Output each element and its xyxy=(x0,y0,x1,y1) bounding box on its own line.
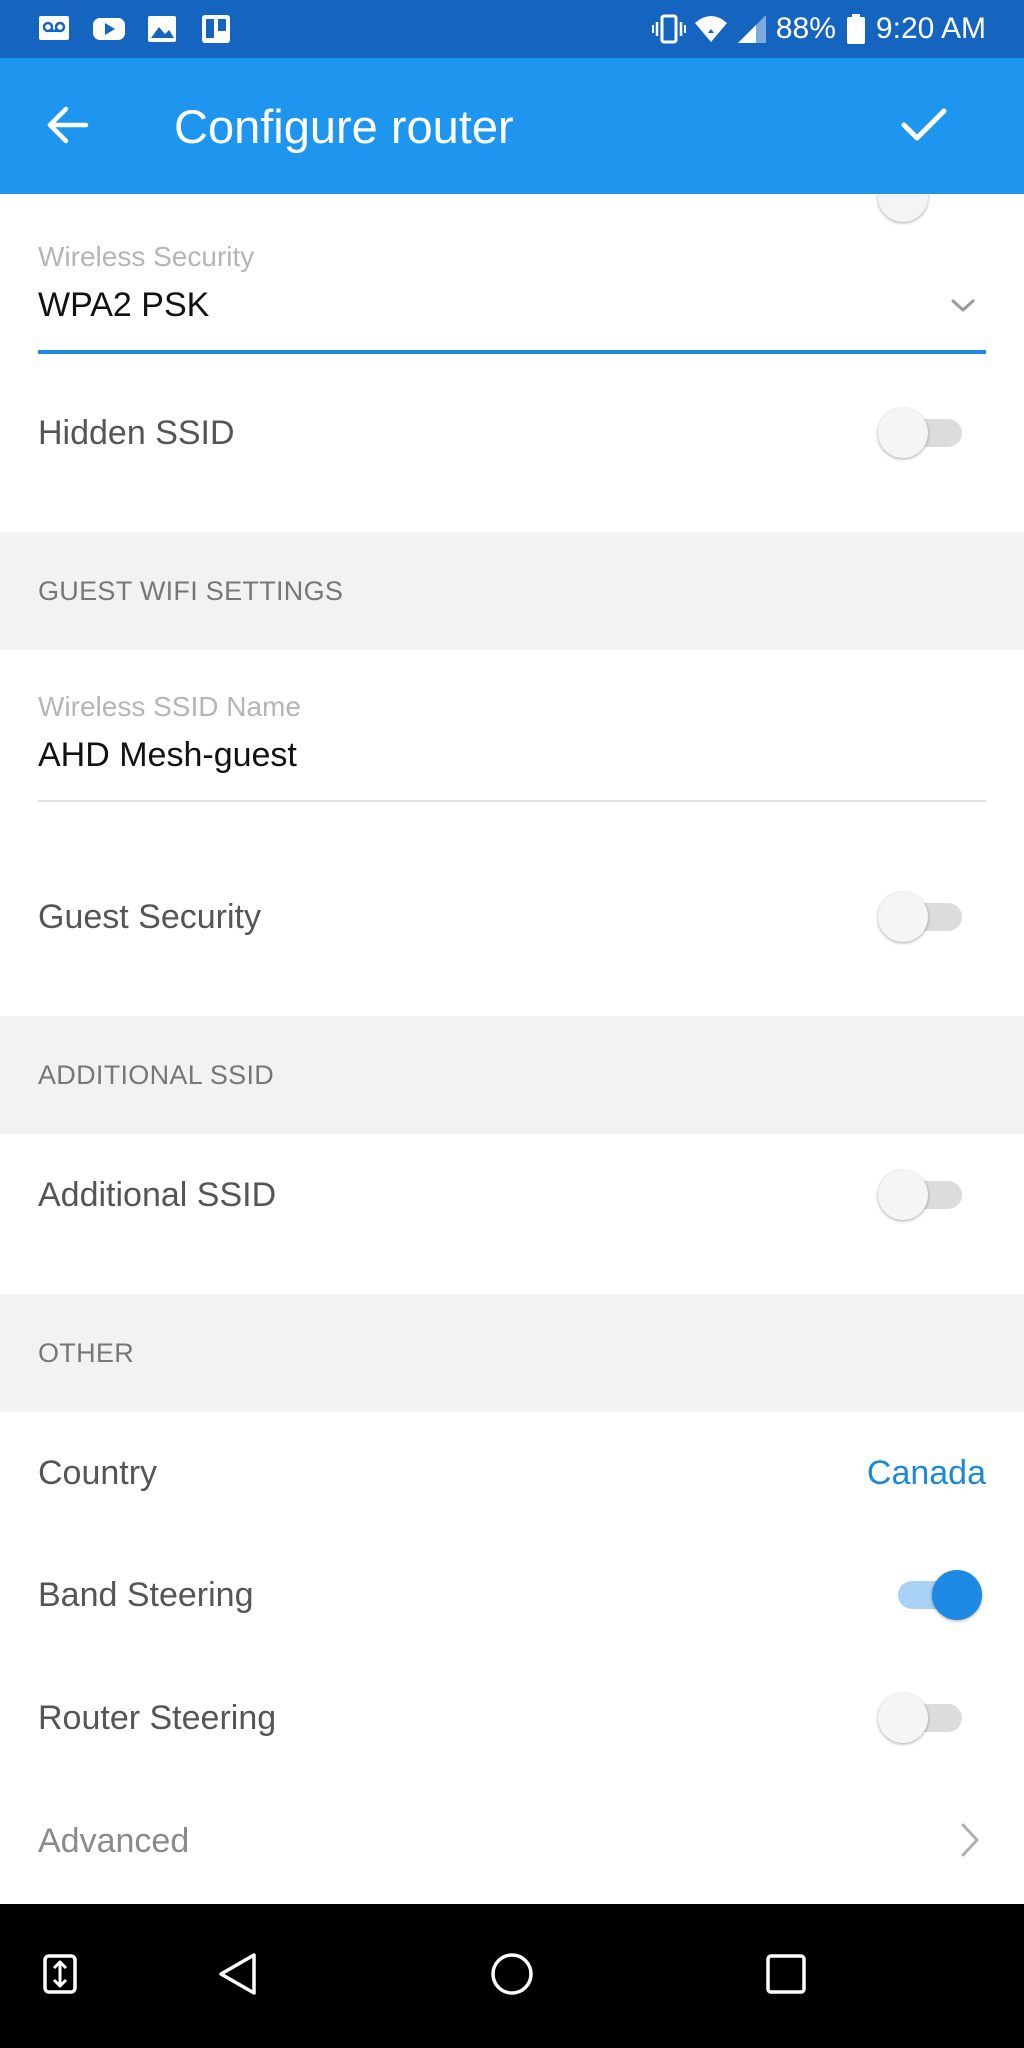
nav-recents-button[interactable] xyxy=(752,1942,820,2010)
page-title: Configure router xyxy=(174,100,514,153)
router-steering-label: Router Steering xyxy=(38,1699,277,1737)
toggle-knob xyxy=(878,892,928,942)
toggle-knob xyxy=(932,1570,982,1620)
wireless-security-label: Wireless Security xyxy=(38,241,255,272)
trello-icon xyxy=(200,13,232,45)
save-button[interactable] xyxy=(884,92,964,162)
check-icon xyxy=(901,107,947,148)
nav-back-button[interactable] xyxy=(204,1942,272,2010)
system-nav-bar xyxy=(0,1904,1024,2048)
router-steering-toggle[interactable] xyxy=(878,1692,962,1744)
back-triangle-icon xyxy=(216,1951,260,2002)
toggle-knob xyxy=(878,408,928,458)
section-header-guest-wifi: GUEST WIFI SETTINGS xyxy=(0,532,1024,650)
section-header-additional-ssid: ADDITIONAL SSID xyxy=(0,1016,1024,1134)
arrow-left-icon xyxy=(46,105,90,150)
status-bar-right: 88% 9:20 AM xyxy=(651,10,986,48)
country-select[interactable]: Canada xyxy=(867,1452,986,1494)
nav-home-button[interactable] xyxy=(478,1942,546,2010)
wireless-security-underline xyxy=(38,350,986,354)
battery-icon xyxy=(846,13,866,45)
hidden-ssid-toggle[interactable] xyxy=(878,407,962,459)
wireless-security-select[interactable]: WPA2 PSK xyxy=(38,284,209,326)
ssid-name-underline xyxy=(38,800,986,802)
status-bar: 88% 9:20 AM xyxy=(0,0,1024,58)
section-header-other: OTHER xyxy=(0,1294,1024,1412)
gallery-icon xyxy=(146,13,178,45)
guest-security-toggle[interactable] xyxy=(878,891,962,943)
country-label: Country xyxy=(38,1454,158,1492)
guest-security-label: Guest Security xyxy=(38,898,261,936)
additional-ssid-toggle[interactable] xyxy=(878,1169,962,1221)
section-title: ADDITIONAL SSID xyxy=(38,1060,275,1090)
chevron-down-icon[interactable] xyxy=(950,298,976,319)
youtube-icon xyxy=(92,13,125,45)
wifi-icon xyxy=(694,13,727,45)
signal-icon xyxy=(736,13,768,45)
recents-square-icon xyxy=(764,1952,808,2001)
app-bar: Configure router xyxy=(0,58,1024,194)
status-bar-left xyxy=(38,12,232,46)
toggle-knob xyxy=(878,1693,928,1743)
clock: 9:20 AM xyxy=(875,12,986,45)
section-title: OTHER xyxy=(38,1338,134,1368)
advanced-label: Advanced xyxy=(38,1822,190,1860)
previous-toggle-knob[interactable] xyxy=(878,194,928,222)
swap-icon xyxy=(42,1953,78,2000)
vibrate-icon xyxy=(651,13,686,45)
back-button[interactable] xyxy=(28,92,108,162)
hidden-ssid-label: Hidden SSID xyxy=(38,414,235,452)
swap-button[interactable] xyxy=(26,1942,94,2010)
section-title: GUEST WIFI SETTINGS xyxy=(38,576,344,606)
voicemail-icon xyxy=(38,13,70,45)
ssid-name-input[interactable]: AHD Mesh-guest xyxy=(38,734,297,776)
battery-percentage: 88% xyxy=(775,12,836,45)
band-steering-toggle[interactable] xyxy=(898,1569,982,1621)
chevron-right-icon xyxy=(960,1822,980,1863)
toggle-knob xyxy=(878,1170,928,1220)
home-circle-icon xyxy=(489,1951,535,2002)
additional-ssid-label: Additional SSID xyxy=(38,1176,277,1214)
advanced-row[interactable]: Advanced xyxy=(0,1784,1024,1894)
settings-list: Wireless Security WPA2 PSK Hidden SSID G… xyxy=(0,194,1024,1904)
ssid-name-label: Wireless SSID Name xyxy=(38,691,301,722)
band-steering-label: Band Steering xyxy=(38,1576,254,1614)
